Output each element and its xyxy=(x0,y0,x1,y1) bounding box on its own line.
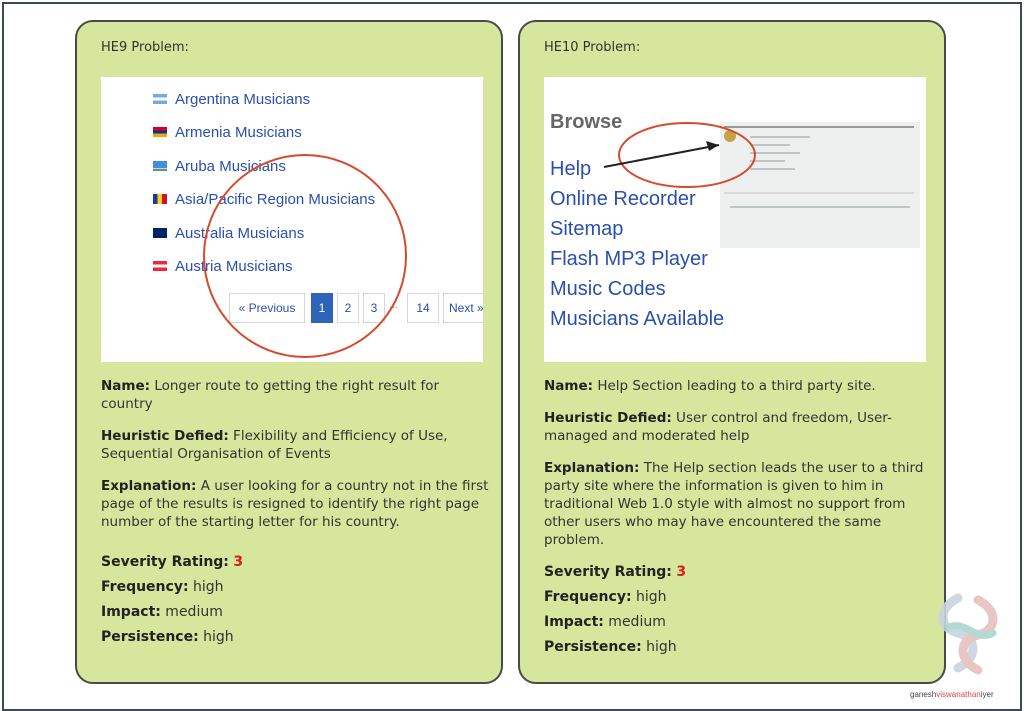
country-label: Argentina Musicians xyxy=(175,91,311,108)
he10-title: HE10 Problem: xyxy=(544,40,641,55)
he10-name: Name: Help Section leading to a third pa… xyxy=(544,378,876,394)
he10-frequency: Frequency: high xyxy=(544,589,667,605)
he9-frequency: Frequency: high xyxy=(101,579,224,595)
he10-severity: Severity Rating: 3 xyxy=(544,564,687,580)
he10-persistence: Persistence: high xyxy=(544,639,677,655)
austria-flag-icon xyxy=(153,261,167,271)
he9-card: HE9 Problem: Argentina Musicians Armenia… xyxy=(75,20,503,684)
country-link-armenia[interactable]: Armenia Musicians xyxy=(153,124,302,141)
he9-screenshot: Argentina Musicians Armenia Musicians Ar… xyxy=(101,77,483,362)
he10-ratings: Severity Rating: 3 Frequency: high Impac… xyxy=(544,563,936,656)
armenia-flag-icon xyxy=(153,127,167,137)
he10-explanation: Explanation: The Help section leads the … xyxy=(544,460,924,548)
arrow-annotation xyxy=(603,122,756,188)
highlight-circle xyxy=(203,154,407,358)
country-link-argentina[interactable]: Argentina Musicians xyxy=(153,91,311,108)
asia-pacific-flag-icon xyxy=(153,194,167,204)
author-credit: ganeshviswanathaniyer xyxy=(910,690,994,699)
he9-title: HE9 Problem: xyxy=(101,40,189,55)
help-highlight-circle xyxy=(618,122,756,188)
he10-impact: Impact: medium xyxy=(544,614,666,630)
australia-flag-icon xyxy=(153,228,167,238)
arrow-head-icon xyxy=(706,141,719,151)
he10-description: Name: Help Section leading to a third pa… xyxy=(544,377,936,663)
he10-screenshot: Browse Help Online Recorder Sitemap Flas… xyxy=(544,77,926,362)
he9-impact: Impact: medium xyxy=(101,604,223,620)
aruba-flag-icon xyxy=(153,161,167,171)
he10-card: HE10 Problem: Browse Help Online Recorde… xyxy=(518,20,946,684)
pager-page-14[interactable]: 14 xyxy=(407,293,439,323)
he9-explanation: Explanation: A user looking for a countr… xyxy=(101,478,489,530)
he9-name: Name: Longer route to getting the right … xyxy=(101,378,440,412)
he10-heuristic: Heuristic Defied: User control and freed… xyxy=(544,410,892,444)
he9-heuristic: Heuristic Defied: Flexibility and Effici… xyxy=(101,428,448,462)
he9-severity: Severity Rating: 3 xyxy=(101,554,244,570)
argentina-flag-icon xyxy=(153,94,167,104)
he9-persistence: Persistence: high xyxy=(101,629,234,645)
he9-description: Name: Longer route to getting the right … xyxy=(101,377,493,653)
country-label: Armenia Musicians xyxy=(175,124,302,141)
he9-ratings: Severity Rating: 3 Frequency: high Impac… xyxy=(101,553,493,646)
author-logo-icon xyxy=(938,593,998,675)
pager-next[interactable]: Next » xyxy=(443,293,483,323)
